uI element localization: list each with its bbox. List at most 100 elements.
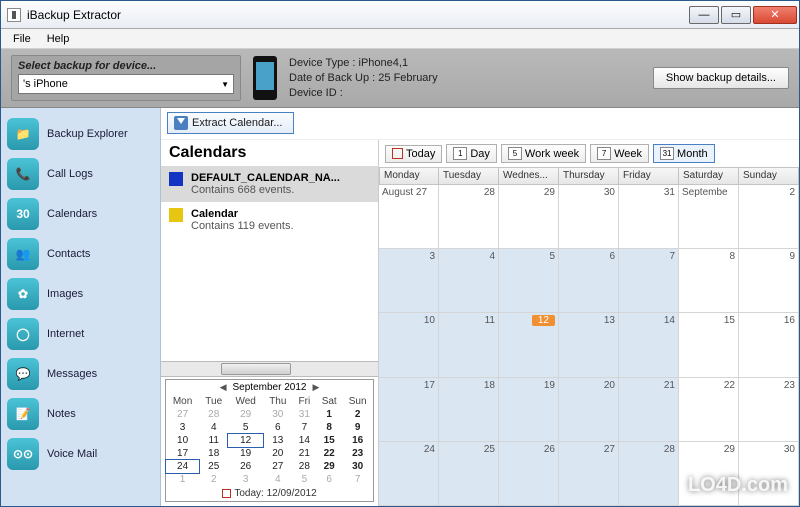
minical-day[interactable]: 27 [263,460,293,473]
minical-day[interactable]: 5 [228,421,263,434]
grid-cell[interactable]: 14 [619,313,679,377]
minical-day[interactable]: 5 [293,473,316,486]
minical-day[interactable]: 14 [293,434,316,447]
minical-day[interactable]: 3 [166,421,199,434]
minical-day[interactable]: 18 [199,447,228,460]
view-today-button[interactable]: Today [385,145,442,163]
minical-day[interactable]: 17 [166,447,199,460]
minical-day[interactable]: 29 [316,460,342,473]
grid-cell[interactable]: 7 [619,249,679,313]
grid-cell[interactable]: 19 [499,378,559,442]
minical-day[interactable]: 30 [263,408,293,421]
grid-cell[interactable]: 31 [619,185,679,249]
grid-cell[interactable]: 17 [379,378,439,442]
grid-cell[interactable]: 26 [499,442,559,506]
minical-day[interactable]: 21 [293,447,316,460]
sidebar-item-images[interactable]: ✿Images [7,276,154,312]
minical-day[interactable]: 12 [228,434,263,447]
minical-day[interactable]: 29 [228,408,263,421]
sidebar-item-messages[interactable]: 💬Messages [7,356,154,392]
grid-cell[interactable]: 30 [739,442,799,506]
minical-day[interactable]: 26 [228,460,263,473]
minical-day[interactable]: 28 [293,460,316,473]
grid-cell[interactable]: 23 [739,378,799,442]
grid-cell[interactable]: 12 [499,313,559,377]
sidebar-item-call-logs[interactable]: 📞Call Logs [7,156,154,192]
sidebar-item-calendars[interactable]: 30Calendars [7,196,154,232]
minical-day[interactable]: 25 [199,460,228,473]
minical-next-button[interactable]: ▶ [312,382,319,393]
horizontal-scrollbar[interactable] [161,361,378,377]
view-workweek-button[interactable]: 5Work week [501,144,586,163]
minical-day[interactable]: 13 [263,434,293,447]
grid-cell[interactable]: August 27 [379,185,439,249]
grid-cell[interactable]: 21 [619,378,679,442]
grid-cell[interactable]: 16 [739,313,799,377]
minical-day[interactable]: 7 [342,473,373,486]
grid-cell[interactable]: 2 [739,185,799,249]
minical-day[interactable]: 16 [342,434,373,447]
minical-day[interactable]: 7 [293,421,316,434]
minical-day[interactable]: 9 [342,421,373,434]
calendar-list-item[interactable]: CalendarContains 119 events. [161,202,378,238]
grid-cell[interactable]: 13 [559,313,619,377]
sidebar-item-voice-mail[interactable]: ⊙⊙Voice Mail [7,436,154,472]
grid-cell[interactable]: 24 [379,442,439,506]
grid-cell[interactable]: 3 [379,249,439,313]
grid-cell[interactable]: 25 [439,442,499,506]
minical-day[interactable]: 6 [263,421,293,434]
minical-day[interactable]: 2 [199,473,228,486]
minical-today-row[interactable]: Today: 12/09/2012 [166,486,373,501]
minical-day[interactable]: 1 [316,408,342,421]
minical-day[interactable]: 11 [199,434,228,447]
minical-day[interactable]: 8 [316,421,342,434]
calendar-list-item[interactable]: DEFAULT_CALENDAR_NA...Contains 668 event… [161,166,378,202]
scrollbar-thumb[interactable] [221,363,291,375]
minical-day[interactable]: 19 [228,447,263,460]
minical-prev-button[interactable]: ◀ [220,382,227,393]
minical-day[interactable]: 2 [342,408,373,421]
minical-day[interactable]: 4 [199,421,228,434]
minical-day[interactable]: 31 [293,408,316,421]
grid-cell[interactable]: 10 [379,313,439,377]
extract-calendar-button[interactable]: Extract Calendar... [167,112,294,134]
grid-cell[interactable]: 27 [559,442,619,506]
grid-cell[interactable]: 29 [499,185,559,249]
view-week-button[interactable]: 7Week [590,144,649,163]
grid-cell[interactable]: 4 [439,249,499,313]
minical-day[interactable]: 10 [166,434,199,447]
grid-cell[interactable]: 9 [739,249,799,313]
minical-day[interactable]: 1 [166,473,199,486]
minical-day[interactable]: 3 [228,473,263,486]
view-day-button[interactable]: 1Day [446,144,497,163]
grid-cell[interactable]: 8 [679,249,739,313]
close-button[interactable]: ✕ [753,6,797,24]
minical-day[interactable]: 28 [199,408,228,421]
grid-cell[interactable]: 22 [679,378,739,442]
sidebar-item-internet[interactable]: ◯Internet [7,316,154,352]
grid-cell[interactable]: 20 [559,378,619,442]
minical-day[interactable]: 23 [342,447,373,460]
minical-day[interactable]: 4 [263,473,293,486]
grid-cell[interactable]: 28 [619,442,679,506]
grid-cell[interactable]: 15 [679,313,739,377]
grid-cell[interactable]: Septembe [679,185,739,249]
minical-day[interactable]: 20 [263,447,293,460]
grid-cell[interactable]: 28 [439,185,499,249]
sidebar-item-notes[interactable]: 📝Notes [7,396,154,432]
grid-cell[interactable]: 18 [439,378,499,442]
grid-cell[interactable]: 11 [439,313,499,377]
sidebar-item-backup-explorer[interactable]: 📁Backup Explorer [7,116,154,152]
minical-day[interactable]: 6 [316,473,342,486]
grid-cell[interactable]: 29 [679,442,739,506]
maximize-button[interactable]: ▭ [721,6,751,24]
minical-day[interactable]: 24 [166,460,199,473]
minical-day[interactable]: 15 [316,434,342,447]
show-backup-details-button[interactable]: Show backup details... [653,67,789,89]
grid-cell[interactable]: 30 [559,185,619,249]
grid-cell[interactable]: 6 [559,249,619,313]
menu-file[interactable]: File [5,31,39,47]
grid-cell[interactable]: 5 [499,249,559,313]
device-dropdown[interactable]: 's iPhone ▼ [18,74,234,94]
minimize-button[interactable]: — [689,6,719,24]
